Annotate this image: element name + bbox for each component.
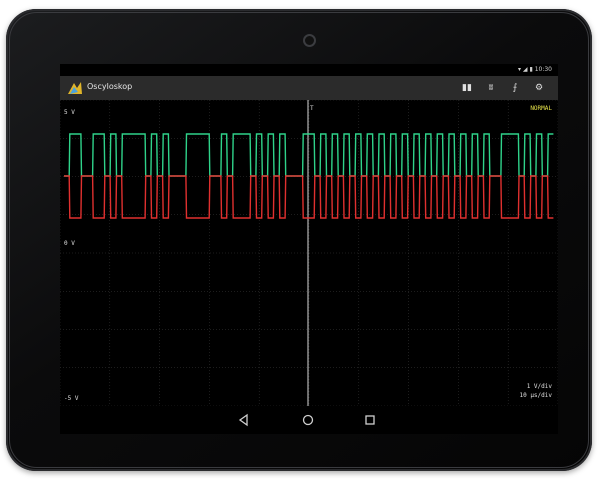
waveform-icon: ʬ	[488, 83, 494, 93]
waveform-button[interactable]: ʬ	[484, 81, 498, 95]
status-time: 10:30	[534, 66, 552, 73]
trigger-mode-label: NORMAL	[530, 105, 552, 112]
channel-2-trace	[64, 175, 554, 219]
settings-button[interactable]: ⚙	[532, 81, 546, 95]
trigger-edge-icon: ⨍	[512, 83, 518, 93]
pause-button[interactable]: ▮▮	[460, 81, 474, 95]
action-bar: Oscyloskop ▮▮ ʬ ⨍ ⚙	[60, 76, 558, 100]
signal-icon: ◢	[522, 66, 528, 73]
status-bar: ▾ ◢ ▮ 10:30	[60, 64, 558, 76]
voltage-label-top: 5 V	[64, 109, 75, 116]
channel-1-trace	[64, 133, 554, 177]
voltage-label-bottom: -5 V	[64, 395, 79, 402]
pause-icon: ▮▮	[462, 83, 472, 93]
volts-per-div-label: 1 V/div	[527, 383, 553, 390]
app-title: Oscyloskop	[87, 82, 133, 91]
wifi-icon: ▾	[517, 66, 521, 73]
voltage-label-zero: 0 V	[64, 240, 75, 247]
app-logo-icon	[68, 82, 82, 94]
time-per-div-label: 10 µs/div	[519, 392, 552, 399]
settings-sliders-icon: ⚙	[534, 83, 544, 93]
navigation-bar	[60, 406, 558, 434]
nav-back-icon[interactable]	[236, 412, 252, 428]
trigger-marker: T	[310, 105, 314, 112]
front-camera	[303, 34, 316, 47]
nav-recents-icon[interactable]	[362, 412, 378, 428]
oscilloscope-plot[interactable]: T NORMAL 5 V 0 V -5 V 1 V/div 10 µs/div	[60, 100, 558, 406]
nav-home-icon[interactable]	[300, 412, 316, 428]
trigger-button[interactable]: ⨍	[508, 81, 522, 95]
battery-icon: ▮	[529, 66, 533, 73]
tablet-screen: ▾ ◢ ▮ 10:30 Oscyloskop ▮▮ ʬ ⨍ ⚙ T NORMAL…	[60, 64, 558, 434]
waveform-traces	[64, 133, 554, 219]
